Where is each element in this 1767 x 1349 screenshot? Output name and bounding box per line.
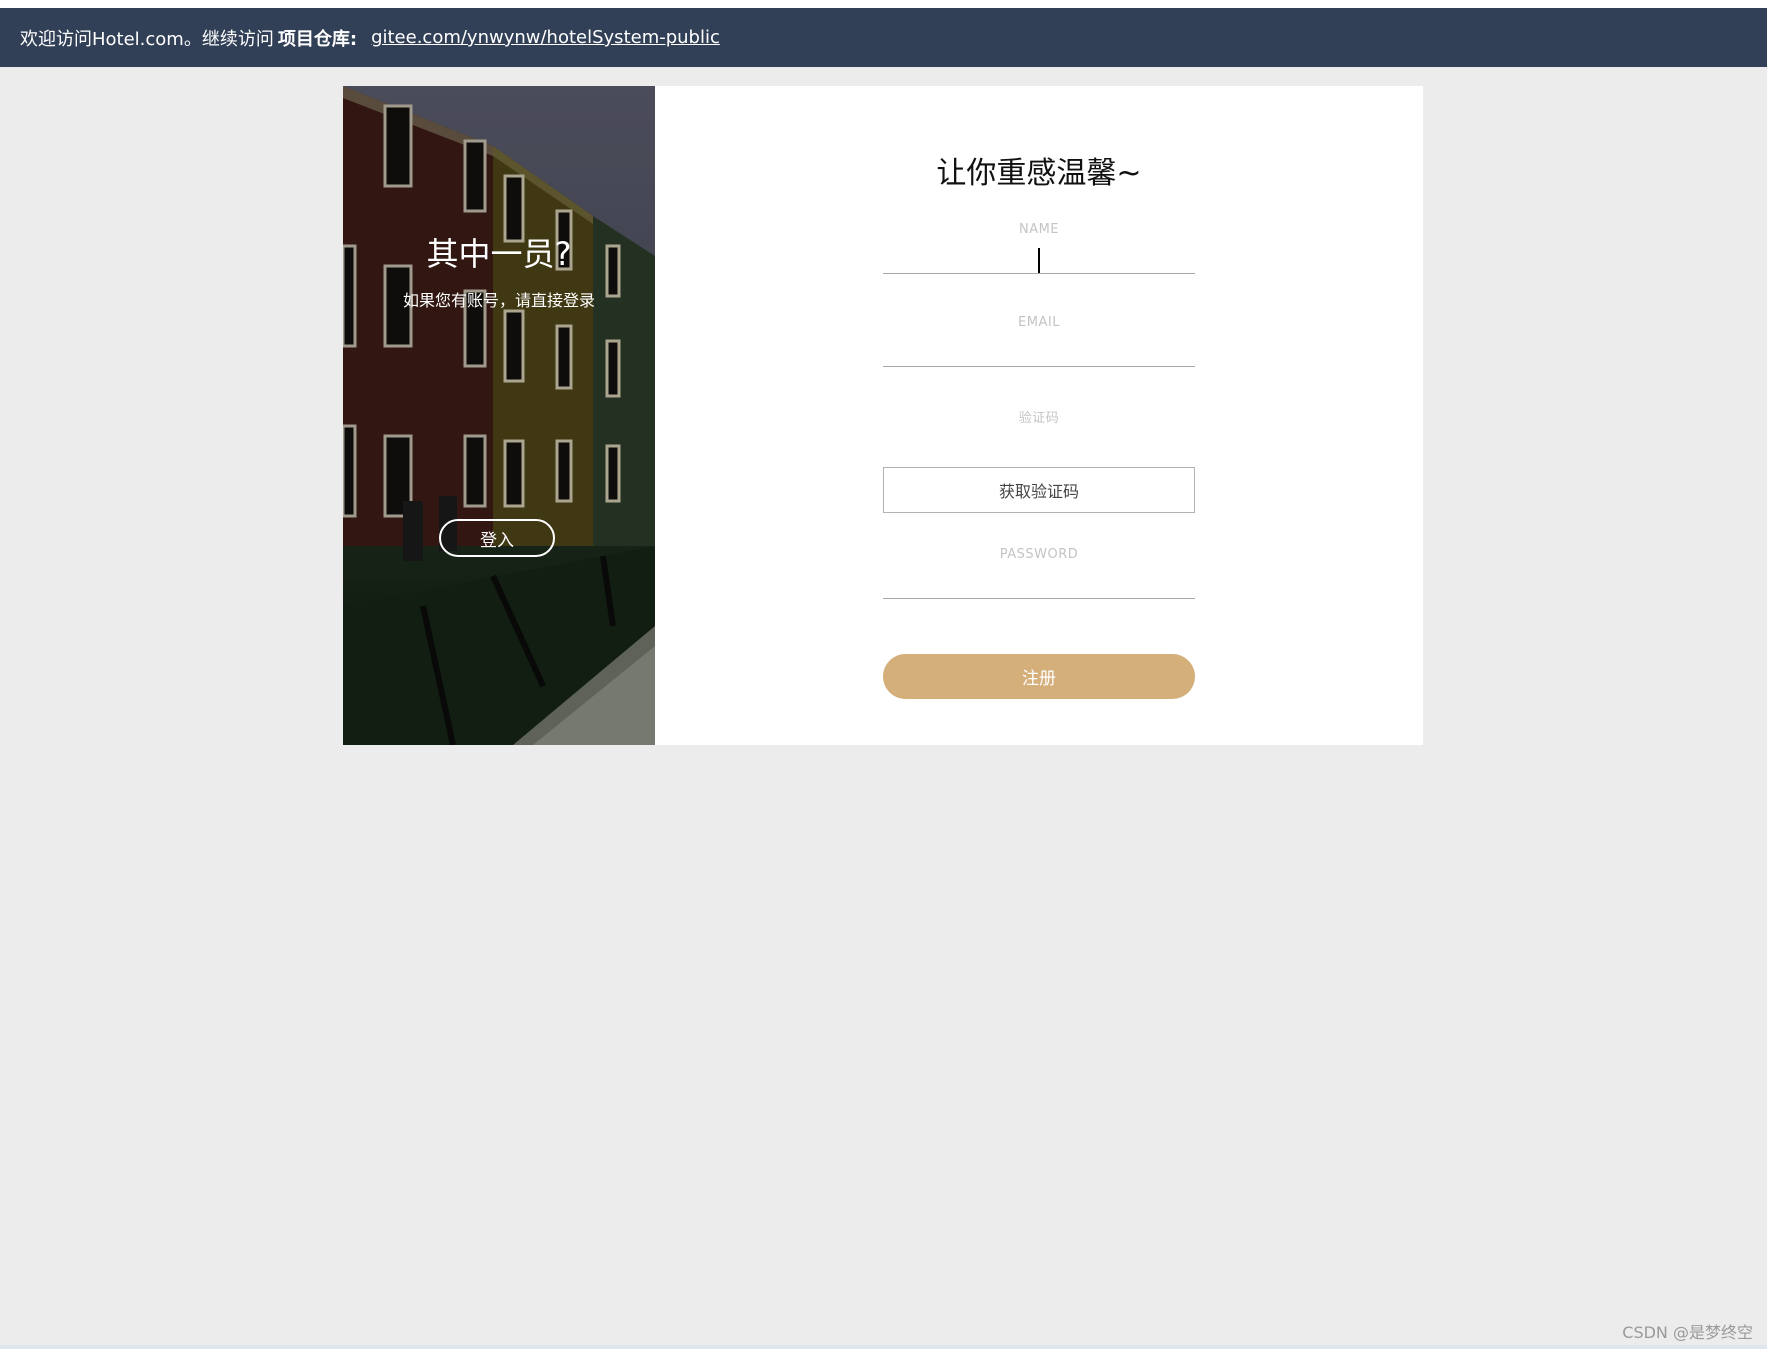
register-form: 让你重感温馨~ NAME EMAIL 验证码 获取验证码 PASSWORD 注册 <box>655 86 1423 745</box>
login-button[interactable]: 登入 <box>439 519 555 557</box>
side-panel: 其中一员? 如果您有账号，请直接登录 登入 <box>343 86 655 745</box>
email-label: EMAIL <box>1018 315 1060 330</box>
email-input[interactable] <box>883 336 1195 367</box>
name-label: NAME <box>1018 222 1060 237</box>
background-photo <box>343 86 655 745</box>
name-field-group: NAME <box>883 222 1195 274</box>
password-label: PASSWORD <box>999 547 1079 562</box>
auth-card: 其中一员? 如果您有账号，请直接登录 登入 让你重感温馨~ NAME EMAIL… <box>343 86 1423 745</box>
watermark: CSDN @是梦终空 <box>1622 1323 1753 1342</box>
form-title: 让你重感温馨~ <box>936 156 1142 191</box>
get-code-button[interactable]: 获取验证码 <box>883 467 1195 513</box>
side-title: 其中一员? <box>426 235 572 273</box>
top-strip <box>0 0 1767 8</box>
top-banner: 欢迎访问Hotel.com。继续访问 项目仓库: gitee.com/ynwyn… <box>0 8 1767 67</box>
code-label: 验证码 <box>1018 411 1060 426</box>
register-button[interactable]: 注册 <box>883 654 1195 699</box>
code-input[interactable] <box>883 432 1195 462</box>
password-field-group: PASSWORD <box>883 547 1195 599</box>
text-cursor <box>1038 248 1040 273</box>
code-field-group: 验证码 <box>883 407 1195 462</box>
repo-link[interactable]: gitee.com/ynwynw/hotelSystem-public <box>371 27 720 48</box>
password-input[interactable] <box>883 568 1195 599</box>
repo-label: 项目仓库: <box>277 28 358 50</box>
bottom-border <box>0 1345 1767 1349</box>
side-subtitle: 如果您有账号，请直接登录 <box>402 291 595 310</box>
welcome-text: 欢迎访问Hotel.com。继续访问 <box>20 28 274 50</box>
email-field-group: EMAIL <box>883 315 1195 367</box>
